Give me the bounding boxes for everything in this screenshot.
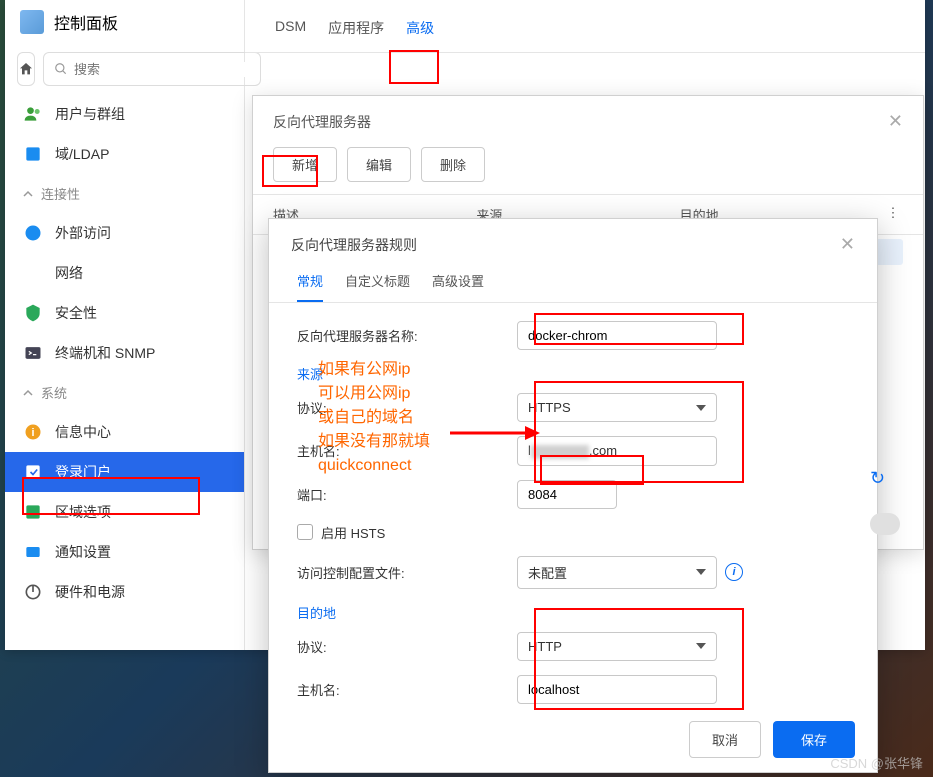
chevron-down-icon	[696, 569, 706, 575]
dest-hostname-label: 主机名:	[297, 680, 517, 699]
info-icon: i	[23, 422, 43, 442]
sidebar-item-security[interactable]: 安全性	[5, 293, 244, 333]
src-port-input[interactable]	[517, 480, 617, 509]
close-button[interactable]: ✕	[840, 234, 855, 255]
shield-icon	[23, 303, 43, 323]
src-hostname-input[interactable]: l.com	[517, 436, 717, 466]
sidebar-item-portal[interactable]: 登录门户	[5, 452, 244, 492]
protocol-label: 协议:	[297, 398, 517, 417]
delete-button[interactable]: 删除	[421, 147, 485, 182]
tab-dsm[interactable]: DSM	[275, 18, 306, 52]
port-label: 端口:	[297, 485, 517, 504]
sidebar-item-region[interactable]: 区域选项	[5, 492, 244, 532]
dest-protocol-select[interactable]: HTTP	[517, 632, 717, 661]
globe-icon	[23, 223, 43, 243]
dest-hostname-input[interactable]	[517, 675, 717, 704]
section-system[interactable]: 系统	[5, 373, 244, 412]
region-icon	[23, 502, 43, 522]
sidebar-item-notify[interactable]: 通知设置	[5, 532, 244, 572]
window-title: 控制面板	[54, 10, 118, 34]
name-label: 反向代理服务器名称:	[297, 326, 517, 345]
info-icon[interactable]: i	[725, 563, 743, 581]
network-icon	[23, 263, 43, 283]
name-input[interactable]	[517, 321, 717, 350]
dialog-title: 反向代理服务器	[273, 112, 371, 132]
hostname-label: 主机名:	[297, 441, 517, 460]
dest-section: 目的地	[297, 603, 849, 622]
svg-text:i: i	[31, 427, 34, 439]
tab-advanced-settings[interactable]: 高级设置	[432, 271, 484, 302]
chevron-down-icon	[696, 643, 706, 649]
search-input[interactable]	[43, 52, 261, 86]
top-tabs: DSM 应用程序 高级	[245, 0, 925, 53]
round-hint	[870, 513, 900, 535]
col-more[interactable]: ⋮	[883, 205, 903, 224]
edit-button[interactable]: 编辑	[347, 147, 411, 182]
notify-icon	[23, 542, 43, 562]
domain-icon	[23, 144, 43, 164]
sidebar-item-terminal[interactable]: 终端机和 SNMP	[5, 333, 244, 373]
dest-protocol-label: 协议:	[297, 637, 517, 656]
search-icon	[54, 62, 68, 76]
portal-icon	[23, 462, 43, 482]
sidebar-header: 控制面板	[5, 0, 244, 44]
section-connectivity[interactable]: 连接性	[5, 174, 244, 213]
tab-headers[interactable]: 自定义标题	[345, 271, 410, 302]
tab-apps[interactable]: 应用程序	[328, 18, 384, 52]
tab-general[interactable]: 常规	[297, 271, 323, 302]
acl-select[interactable]: 未配置	[517, 556, 717, 589]
dialog-title: 反向代理服务器规则	[291, 235, 417, 255]
sidebar-item-domain[interactable]: 域/LDAP	[5, 134, 244, 174]
sidebar-item-external[interactable]: 外部访问	[5, 213, 244, 253]
home-icon	[18, 61, 34, 77]
power-icon	[23, 582, 43, 602]
chevron-up-icon	[23, 189, 33, 199]
add-button[interactable]: 新增	[273, 147, 337, 182]
sidebar-item-info[interactable]: i 信息中心	[5, 412, 244, 452]
control-panel-icon	[20, 10, 44, 34]
sidebar: 控制面板 用户与群组 域/LDAP 连接性 外部访问	[5, 0, 245, 650]
chevron-up-icon	[23, 388, 33, 398]
home-button[interactable]	[17, 52, 35, 86]
watermark: CSDN @张华锋	[830, 753, 923, 772]
chevron-down-icon	[696, 405, 706, 411]
tab-advanced[interactable]: 高级	[406, 18, 434, 52]
src-protocol-select[interactable]: HTTPS	[517, 393, 717, 422]
close-button[interactable]: ✕	[888, 111, 903, 132]
hsts-checkbox[interactable]	[297, 524, 313, 540]
users-icon	[23, 104, 43, 124]
source-section: 来源	[297, 364, 849, 383]
sidebar-item-users[interactable]: 用户与群组	[5, 94, 244, 134]
acl-label: 访问控制配置文件:	[297, 563, 517, 582]
hsts-label: 启用 HSTS	[321, 523, 385, 542]
terminal-icon	[23, 343, 43, 363]
refresh-icon[interactable]: ↻	[870, 468, 885, 489]
cancel-button[interactable]: 取消	[689, 721, 761, 758]
sidebar-item-power[interactable]: 硬件和电源	[5, 572, 244, 612]
rule-editor-dialog: 反向代理服务器规则 ✕ 常规 自定义标题 高级设置 反向代理服务器名称: 来源 …	[268, 218, 878, 773]
sidebar-item-network[interactable]: 网络	[5, 253, 244, 293]
